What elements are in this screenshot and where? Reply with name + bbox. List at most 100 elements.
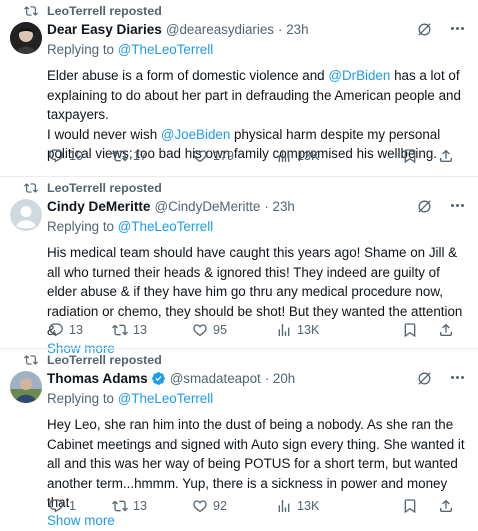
author-name[interactable]: Cindy DeMeritte [47, 199, 150, 214]
views-count: 13K [297, 149, 320, 163]
repost-button[interactable]: 13 [112, 498, 192, 514]
more-options-icon[interactable] [449, 198, 466, 213]
repost-context: LeoTerrell reposted [24, 180, 162, 196]
views-count: 13K [297, 499, 320, 513]
tweet-card[interactable]: LeoTerrell reposted Cindy DeMeritte @Cin… [0, 176, 478, 356]
like-button[interactable]: 92 [192, 498, 276, 514]
views-chart-icon [278, 150, 290, 162]
tweet-card[interactable]: LeoTerrell reposted Dear Easy Diaries @d… [0, 0, 478, 176]
tweet-actions: 1 13 92 13K [48, 497, 468, 515]
like-count: 179 [213, 149, 235, 163]
heart-icon [193, 324, 207, 337]
timestamp[interactable]: · 23h [264, 199, 295, 214]
tweet-text-part: I would never wish [47, 126, 161, 142]
replying-prefix: Replying to [47, 219, 118, 234]
grok-icon[interactable] [416, 370, 433, 387]
share-button[interactable] [438, 148, 458, 164]
bookmark-button[interactable] [402, 498, 438, 514]
share-icon [440, 499, 452, 512]
repost-count: 17 [133, 149, 148, 163]
grok-icon[interactable] [416, 21, 433, 38]
replying-mention[interactable]: @TheLeoTerrell [118, 219, 213, 234]
views-chart-icon [278, 324, 290, 336]
tweet-header: Dear Easy Diaries @deareasydiaries · 23h [47, 20, 471, 38]
tweet-actions: 10 17 179 13K [48, 147, 468, 165]
author-handle[interactable]: @smadateapot [170, 371, 261, 386]
bookmark-button[interactable] [402, 148, 438, 164]
grok-icon[interactable] [416, 198, 433, 215]
tweet-header: Thomas Adams @smadateapot · 20h [47, 369, 471, 387]
like-button[interactable]: 95 [192, 322, 276, 338]
tweet-header: Cindy DeMeritte @CindyDeMeritte · 23h [47, 197, 471, 215]
timeline: LeoTerrell reposted Dear Easy Diaries @d… [0, 0, 478, 528]
like-button[interactable]: 179 [192, 148, 276, 164]
views-button[interactable]: 13K [276, 322, 402, 338]
reply-count: 10 [69, 149, 84, 163]
views-button[interactable]: 13K [276, 148, 402, 164]
bookmark-button[interactable] [402, 322, 438, 338]
repost-context: LeoTerrell reposted [24, 3, 162, 19]
repost-label[interactable]: LeoTerrell reposted [47, 353, 162, 367]
avatar[interactable] [10, 22, 42, 54]
author-name[interactable]: Dear Easy Diaries [47, 22, 162, 37]
share-icon [440, 323, 452, 336]
share-button[interactable] [438, 322, 458, 338]
replying-prefix: Replying to [47, 391, 118, 406]
repost-icon [24, 6, 38, 16]
author-handle[interactable]: @CindyDeMeritte [154, 199, 260, 214]
reply-icon [49, 149, 63, 163]
like-count: 95 [213, 323, 228, 337]
avatar[interactable] [10, 199, 42, 231]
views-chart-icon [278, 500, 290, 512]
replying-mention[interactable]: @TheLeoTerrell [118, 391, 213, 406]
tweet-actions: 13 13 95 13K [48, 321, 468, 339]
verified-badge-icon[interactable] [151, 371, 166, 386]
reply-count: 13 [69, 323, 84, 337]
replying-mention[interactable]: @TheLeoTerrell [118, 42, 213, 57]
more-options-icon[interactable] [449, 370, 466, 385]
show-more-link[interactable]: Show more [47, 513, 471, 531]
repost-icon [112, 324, 128, 336]
mention-link[interactable]: @DrBiden [328, 68, 390, 83]
reply-button[interactable]: 13 [48, 322, 112, 338]
reply-icon [49, 323, 63, 337]
repost-button[interactable]: 17 [112, 148, 192, 164]
views-button[interactable]: 13K [276, 498, 402, 514]
repost-label[interactable]: LeoTerrell reposted [47, 4, 162, 18]
tweet-text-part: Elder abuse is a form of domestic violen… [47, 68, 329, 83]
repost-icon [24, 183, 38, 193]
repost-label[interactable]: LeoTerrell reposted [47, 181, 162, 195]
repost-icon [112, 150, 128, 162]
reply-icon [49, 499, 63, 513]
heart-icon [193, 500, 207, 513]
repost-icon [24, 355, 38, 365]
replying-prefix: Replying to [47, 42, 118, 57]
mention-link[interactable]: @JoeBiden [161, 127, 230, 142]
heart-icon [193, 150, 207, 163]
avatar[interactable] [10, 371, 42, 403]
author-name[interactable]: Thomas Adams [47, 371, 148, 386]
more-options-icon[interactable] [449, 21, 466, 36]
reply-count: 1 [69, 499, 77, 513]
replying-to: Replying to @TheLeoTerrell [47, 42, 471, 60]
replying-to: Replying to @TheLeoTerrell [47, 219, 471, 237]
share-button[interactable] [438, 498, 458, 514]
avatar-image [10, 371, 42, 403]
timestamp[interactable]: · 23h [278, 22, 309, 37]
views-count: 13K [297, 323, 320, 337]
like-count: 92 [213, 499, 228, 513]
reply-button[interactable]: 1 [48, 498, 112, 514]
replying-to: Replying to @TheLeoTerrell [47, 391, 471, 409]
bookmark-icon [404, 499, 416, 514]
timestamp[interactable]: · 20h [265, 371, 296, 386]
reply-button[interactable]: 10 [48, 148, 112, 164]
avatar-image [10, 22, 42, 54]
repost-button[interactable]: 13 [112, 322, 192, 338]
repost-count: 13 [133, 499, 148, 513]
bookmark-icon [404, 149, 416, 164]
author-handle[interactable]: @deareasydiaries [166, 22, 274, 37]
tweet-card[interactable]: LeoTerrell reposted Thomas Adams @smadat… [0, 348, 478, 528]
share-icon [440, 149, 452, 162]
repost-icon [112, 500, 128, 512]
default-avatar-image [10, 199, 42, 231]
